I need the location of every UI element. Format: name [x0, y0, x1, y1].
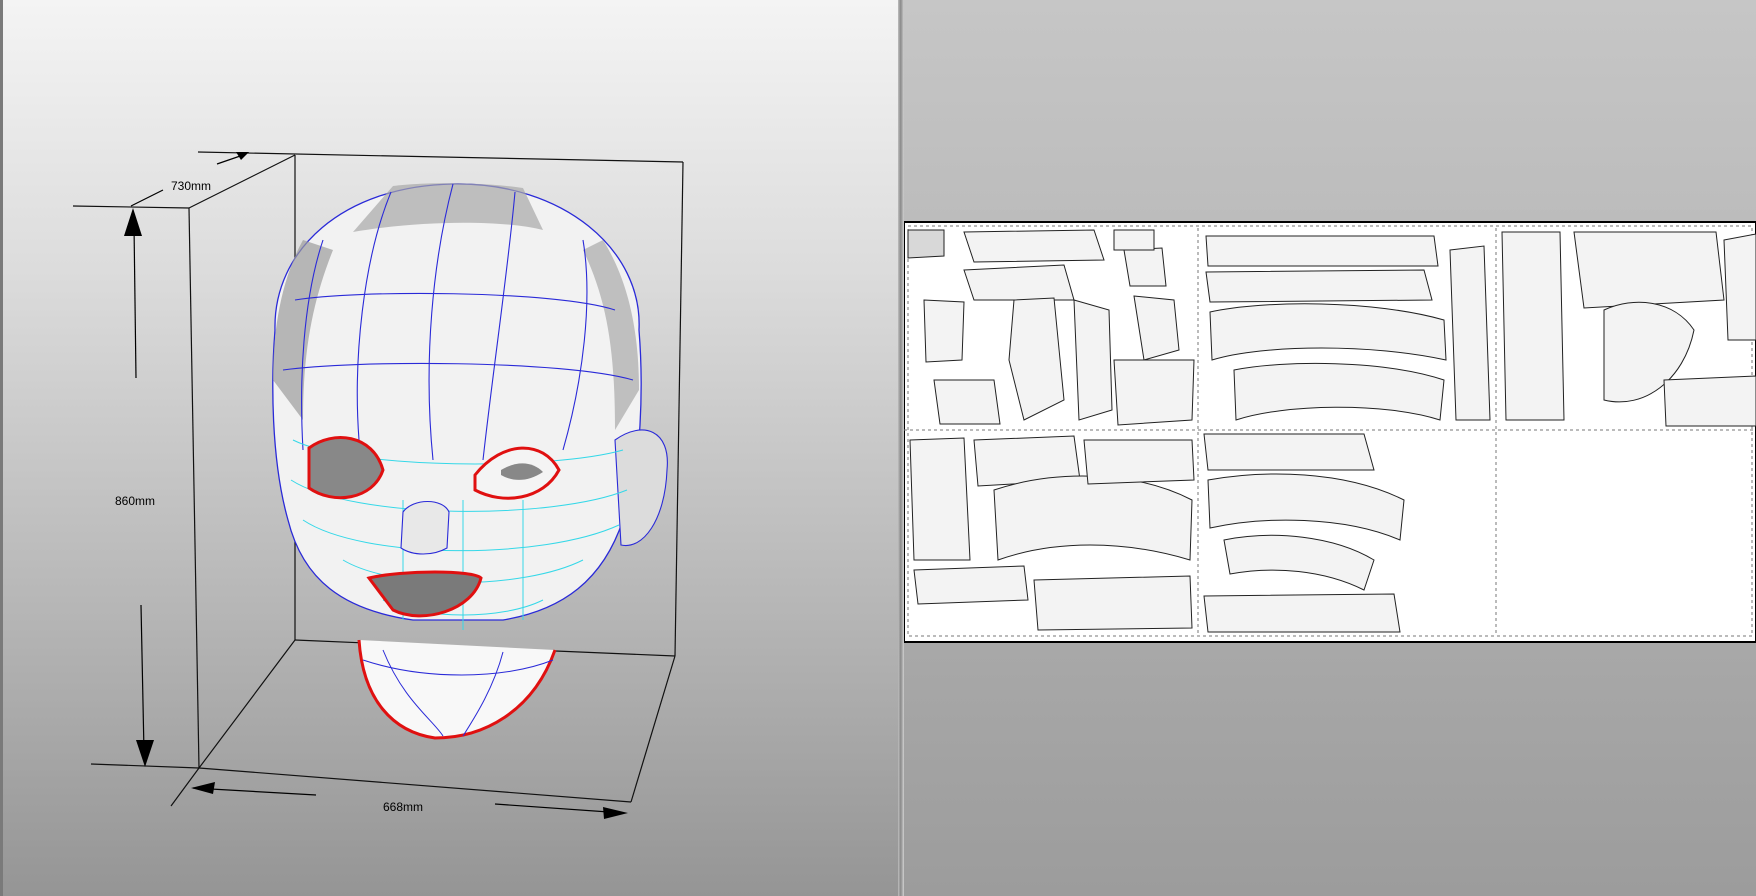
- 2d-viewport[interactable]: [904, 0, 1756, 896]
- 3d-view-pane[interactable]: 860mm 730mm 668mm: [0, 0, 898, 896]
- head-model[interactable]: [272, 183, 668, 740]
- sheet-4-parts[interactable]: [909, 435, 1195, 631]
- 2d-view-pane[interactable]: [904, 0, 1756, 896]
- height-dimension: [124, 208, 154, 767]
- height-label: 860mm: [115, 494, 155, 508]
- depth-label: 730mm: [171, 179, 211, 193]
- width-label: 668mm: [383, 800, 423, 814]
- 3d-viewport[interactable]: 860mm 730mm 668mm: [3, 0, 898, 896]
